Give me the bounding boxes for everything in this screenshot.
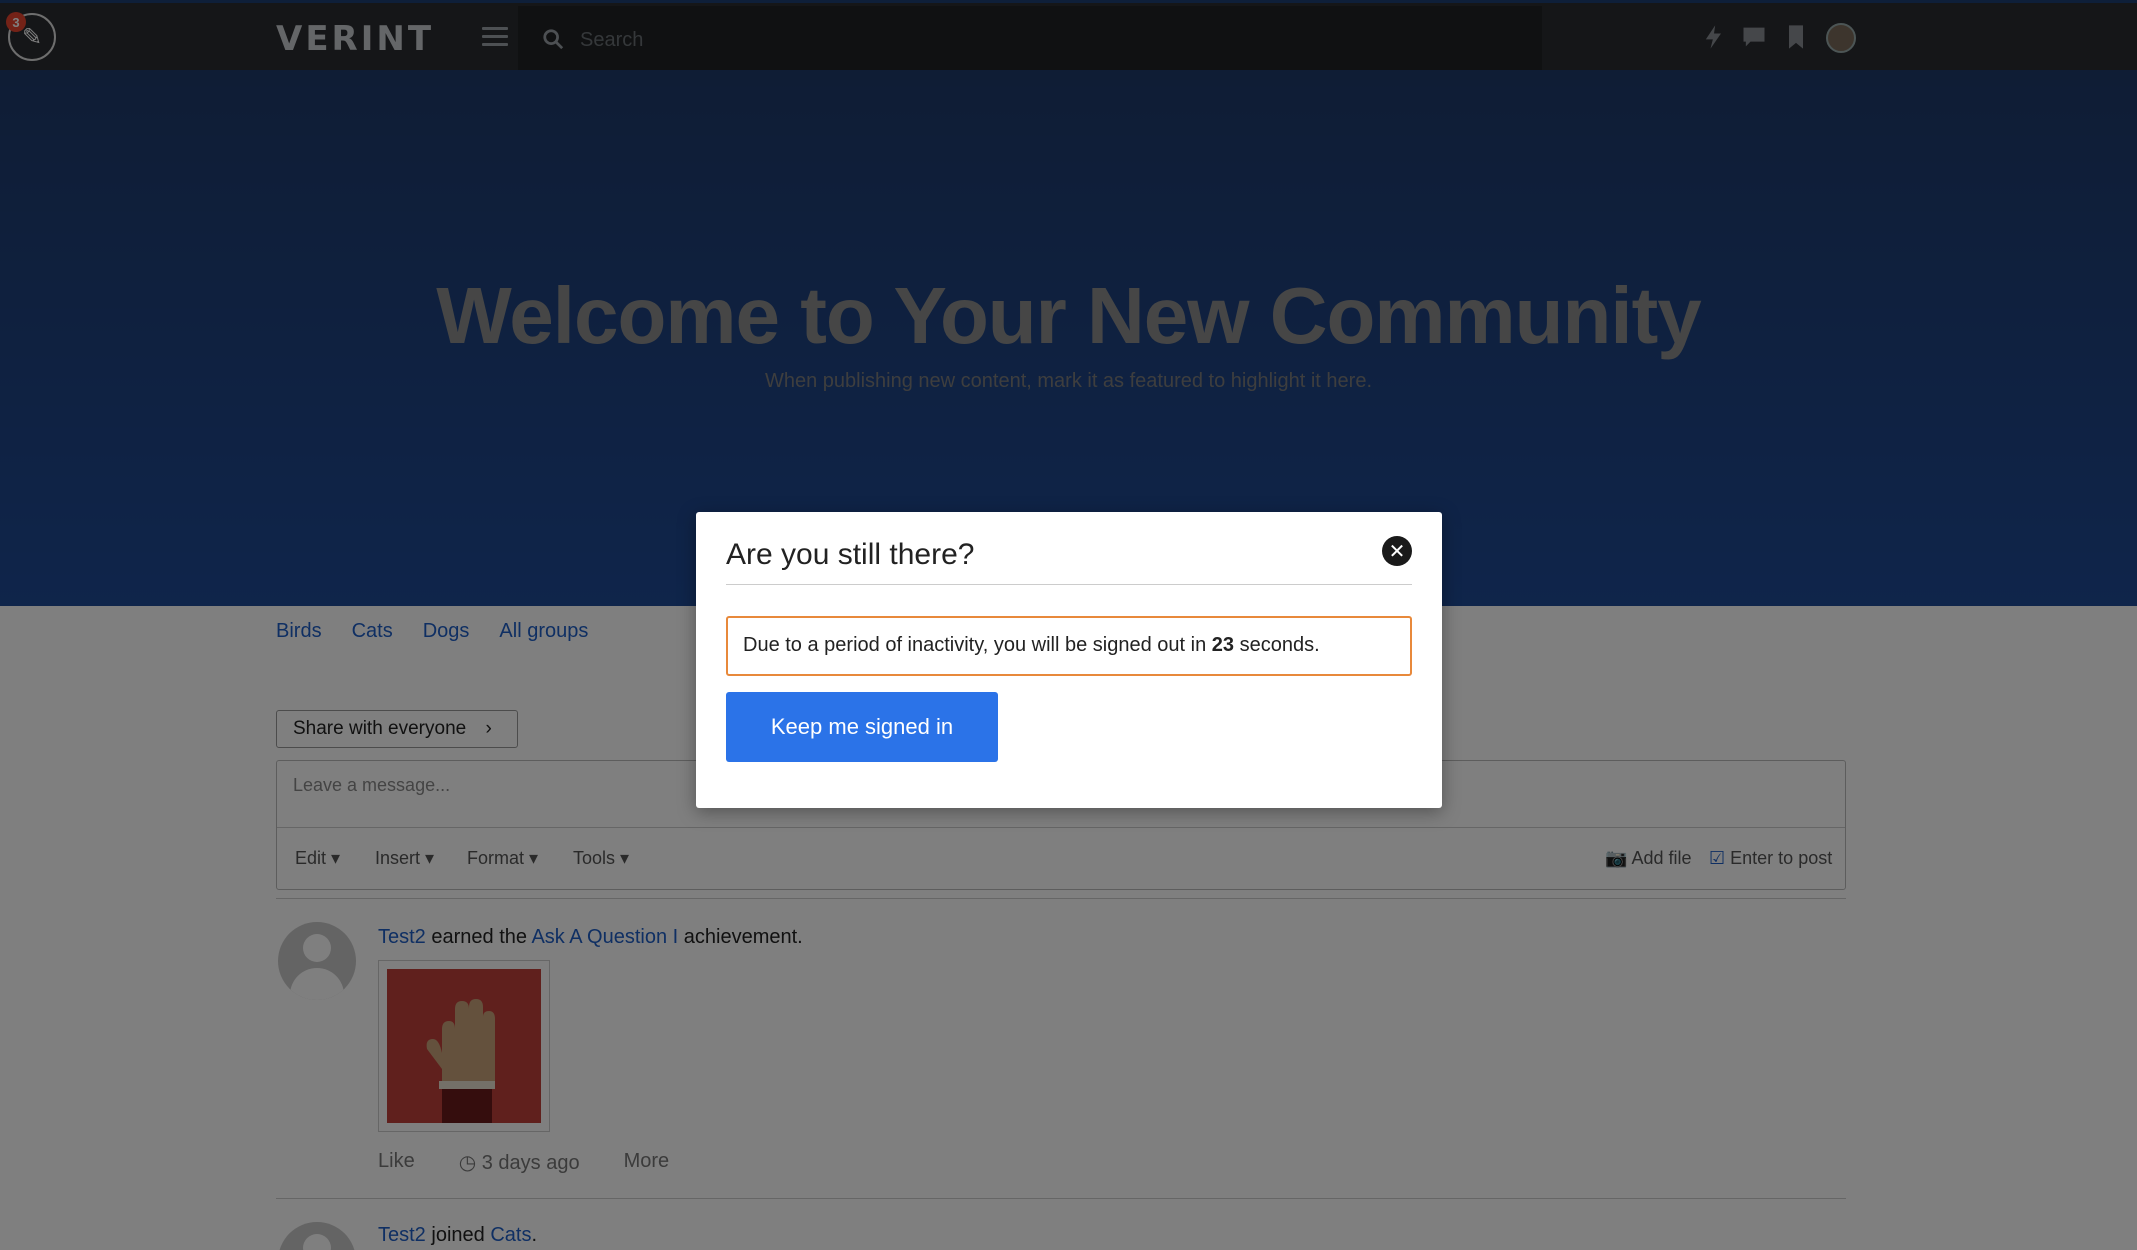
divider: [726, 584, 1412, 585]
keep-signed-in-button[interactable]: Keep me signed in: [726, 692, 998, 762]
inactivity-warning: Due to a period of inactivity, you will …: [726, 616, 1412, 676]
dialog-title: Are you still there?: [726, 538, 975, 571]
close-icon[interactable]: ✕: [1382, 536, 1412, 566]
countdown-seconds: 23: [1211, 634, 1235, 656]
inactivity-dialog: Are you still there? ✕ Due to a period o…: [696, 512, 1442, 808]
